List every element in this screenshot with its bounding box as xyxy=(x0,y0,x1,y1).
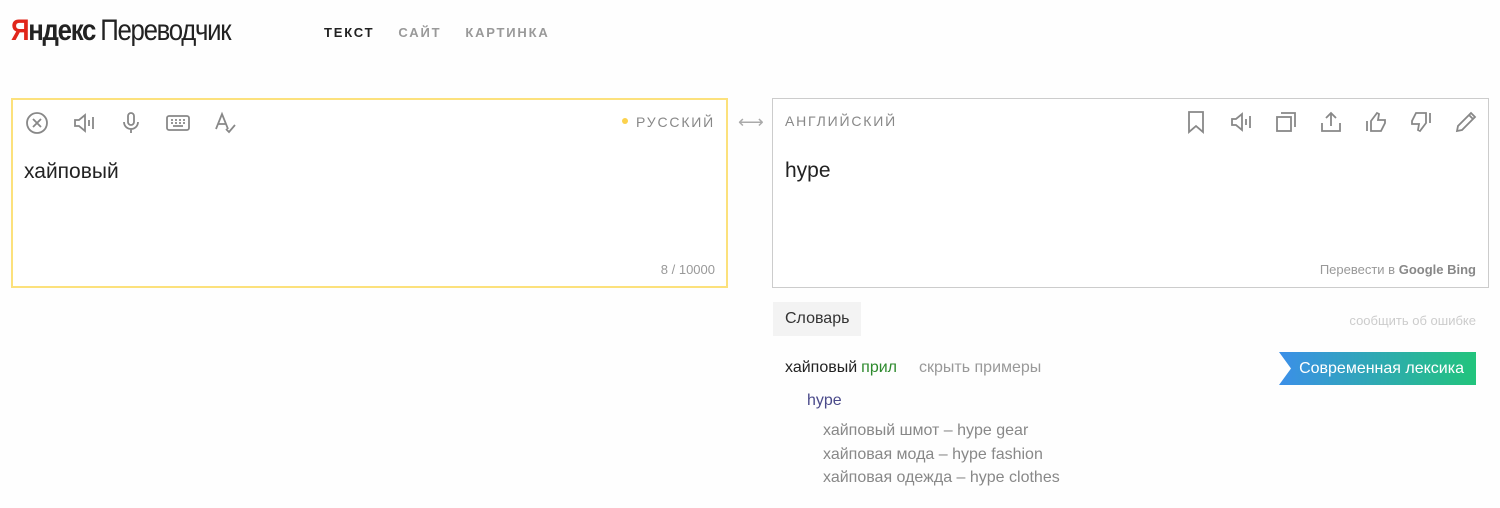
tab-image[interactable]: КАРТИНКА xyxy=(465,25,549,40)
language-dot-icon xyxy=(621,118,628,125)
source-language-select[interactable]: РУССКИЙ xyxy=(621,114,715,130)
logo[interactable]: Яндекс Переводчик xyxy=(11,14,232,48)
hide-examples-link[interactable]: скрыть примеры xyxy=(919,359,1041,376)
source-toolbar xyxy=(24,110,237,135)
examples-list: хайповый шмот – hype gear хайповая мода … xyxy=(823,419,1060,490)
speaker-icon[interactable] xyxy=(1228,109,1253,134)
part-of-speech: прил xyxy=(861,359,897,376)
mode-tabs: ТЕКСТ САЙТ КАРТИНКА xyxy=(324,25,550,40)
bing-link[interactable]: Bing xyxy=(1447,262,1476,277)
thumbs-up-icon[interactable] xyxy=(1363,109,1388,134)
example-item: хайповый шмот – hype gear xyxy=(823,422,1029,439)
example-item: хайповая одежда – hype clothes xyxy=(823,469,1060,486)
alt-engines: Перевести в Google Bing xyxy=(1319,262,1476,277)
google-link[interactable]: Google xyxy=(1399,262,1444,277)
copy-icon[interactable] xyxy=(1273,109,1298,134)
dictionary-entry: хайповый прил скрыть примеры xyxy=(785,359,1041,377)
source-text-input[interactable]: хайповый xyxy=(24,160,119,184)
tab-text[interactable]: ТЕКСТ xyxy=(324,25,374,40)
tab-site[interactable]: САЙТ xyxy=(398,25,441,40)
entry-word: хайповый xyxy=(785,359,858,376)
char-counter: 8 / 10000 xyxy=(660,262,715,277)
source-panel: РУССКИЙ хайповый 8 / 10000 xyxy=(11,98,728,288)
translation-word-link[interactable]: hype xyxy=(807,392,842,410)
edit-icon[interactable] xyxy=(1453,109,1478,134)
microphone-icon[interactable] xyxy=(118,110,143,135)
report-error-link[interactable]: сообщить об ошибке xyxy=(1349,313,1476,328)
spellcheck-icon[interactable] xyxy=(212,110,237,135)
logo-brand: Яндекс xyxy=(11,14,96,47)
translation-output: hype xyxy=(785,159,831,182)
target-language-select[interactable]: АНГЛИЙСКИЙ xyxy=(785,113,897,129)
logo-product: Переводчик xyxy=(100,14,231,47)
target-panel: АНГЛИЙСКИЙ hype Перевести в Google Bing xyxy=(772,98,1489,288)
bookmark-icon[interactable] xyxy=(1183,109,1208,134)
speaker-icon[interactable] xyxy=(71,110,96,135)
keyboard-icon[interactable] xyxy=(165,110,190,135)
clear-icon[interactable] xyxy=(24,110,49,135)
swap-languages-button[interactable]: ⟷ xyxy=(738,112,764,133)
example-item: хайповая мода – hype fashion xyxy=(823,445,1043,463)
thumbs-down-icon[interactable] xyxy=(1408,109,1433,134)
modern-vocabulary-tag: Современная лексика xyxy=(1279,352,1476,385)
share-icon[interactable] xyxy=(1318,109,1343,134)
dictionary-button[interactable]: Словарь xyxy=(773,302,862,336)
target-toolbar xyxy=(1183,109,1478,134)
